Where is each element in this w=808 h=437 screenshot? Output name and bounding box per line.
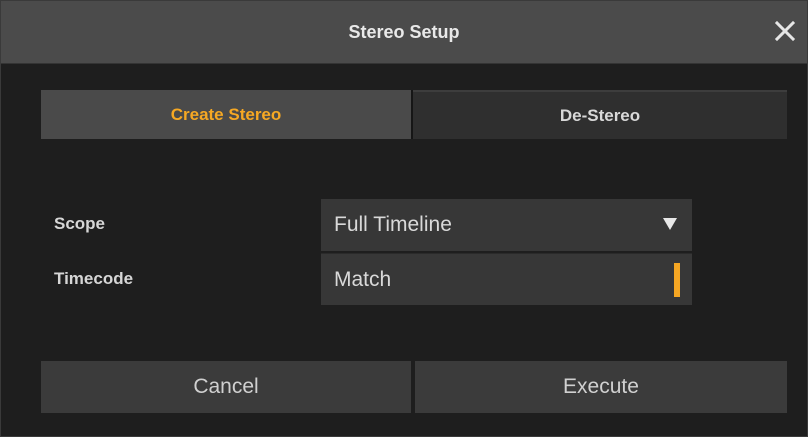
cancel-button[interactable]: Cancel: [41, 361, 411, 413]
dropdown-triangle-icon: [663, 218, 677, 230]
timecode-value: Match: [334, 267, 392, 291]
dialog-title: Stereo Setup: [348, 21, 460, 42]
tab-de-stereo[interactable]: De-Stereo: [413, 90, 787, 139]
tab-de-stereo-label: De-Stereo: [559, 105, 641, 125]
cancel-button-label: Cancel: [193, 375, 259, 398]
scope-value: Full Timeline: [334, 213, 452, 236]
scope-label: Scope: [54, 214, 106, 233]
stereo-setup-dialog: Stereo Setup Create Stereo De-Stereo Sco…: [0, 0, 808, 437]
title-bar: Stereo Setup: [1, 1, 807, 64]
tab-create-stereo-label: Create Stereo: [170, 104, 282, 124]
timecode-field[interactable]: Match: [321, 253, 692, 305]
scope-dropdown[interactable]: Full Timeline: [321, 199, 692, 251]
execute-button-label: Execute: [563, 375, 639, 398]
execute-button[interactable]: Execute: [415, 361, 787, 413]
close-button[interactable]: [769, 15, 801, 47]
mode-tabs: Create Stereo De-Stereo: [41, 90, 787, 139]
timecode-label: Timecode: [54, 269, 134, 288]
close-icon: [774, 20, 796, 42]
tab-create-stereo[interactable]: Create Stereo: [41, 90, 411, 139]
timecode-indicator: [674, 263, 680, 297]
